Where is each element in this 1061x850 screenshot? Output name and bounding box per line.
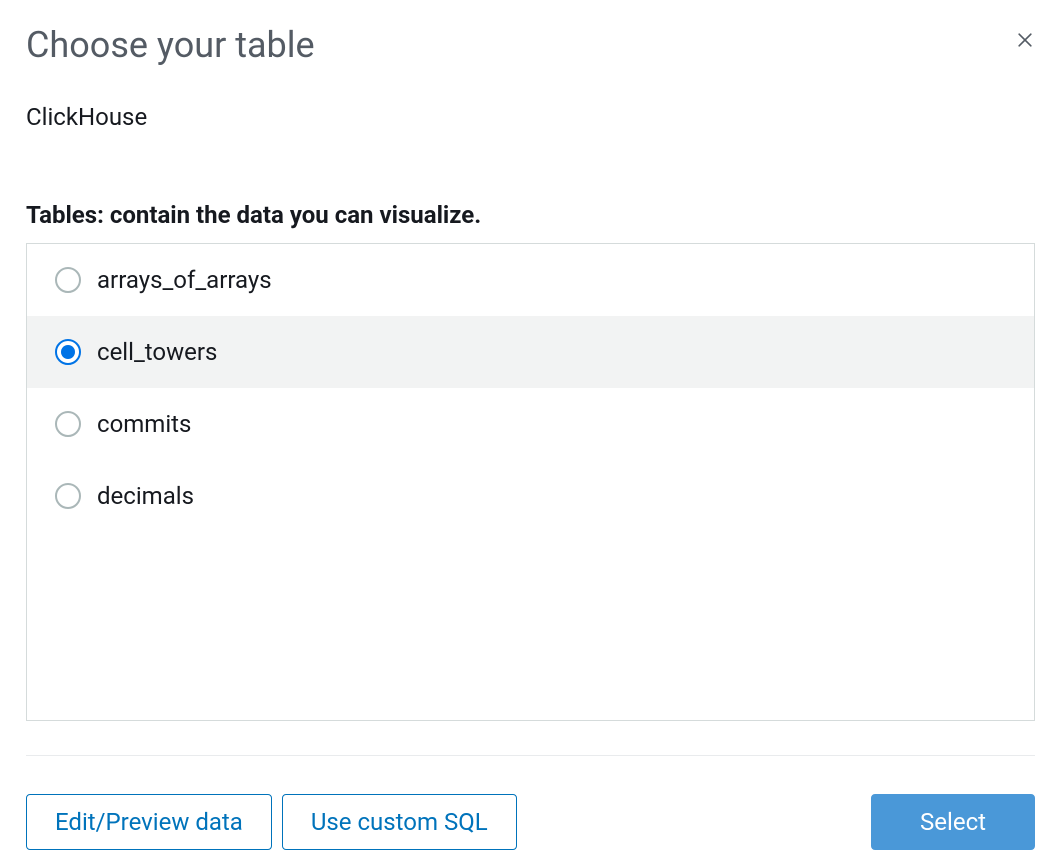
table-row[interactable]: decimals: [27, 460, 1034, 532]
table-row[interactable]: commits: [27, 388, 1034, 460]
table-row[interactable]: cell_towers: [27, 316, 1034, 388]
table-name-label: cell_towers: [97, 338, 217, 366]
edit-preview-button[interactable]: Edit/Preview data: [26, 794, 272, 850]
select-button[interactable]: Select: [871, 794, 1035, 850]
dialog-footer: Edit/Preview data Use custom SQL Select: [26, 794, 1035, 850]
tables-list: arrays_of_arrays cell_towerscommits decima…: [26, 243, 1035, 721]
table-row[interactable]: arrays_of_arrays: [27, 244, 1034, 316]
close-icon[interactable]: [1015, 30, 1035, 50]
table-name-label: arrays_of_arrays: [97, 266, 272, 294]
dialog-title: Choose your table: [26, 24, 315, 67]
radio-button[interactable]: [55, 267, 81, 293]
radio-button[interactable]: [55, 483, 81, 509]
custom-sql-button[interactable]: Use custom SQL: [282, 794, 517, 850]
divider: [26, 755, 1035, 756]
table-name-label: decimals: [97, 482, 194, 510]
tables-section-label: Tables: contain the data you can visuali…: [26, 201, 1035, 229]
radio-button[interactable]: [55, 339, 81, 365]
data-source-label: ClickHouse: [26, 103, 1035, 131]
radio-button[interactable]: [55, 411, 81, 437]
table-name-label: commits: [97, 410, 191, 438]
